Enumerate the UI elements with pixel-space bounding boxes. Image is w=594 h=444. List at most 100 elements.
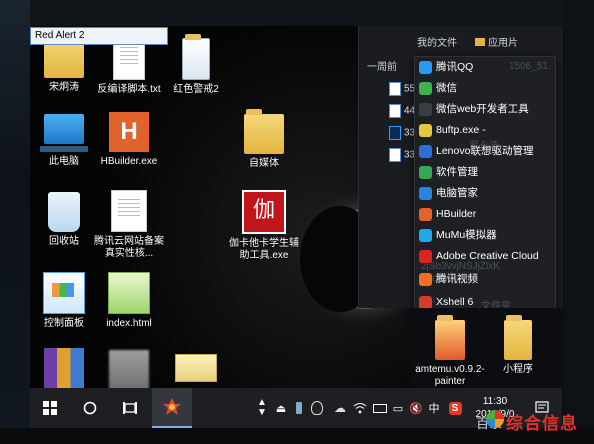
document-icon	[111, 190, 147, 232]
task-view-button[interactable]	[116, 388, 144, 428]
winrar-icon	[44, 348, 84, 388]
search-button[interactable]	[76, 388, 104, 428]
wechat-icon	[419, 81, 432, 95]
tray-qq[interactable]	[310, 388, 324, 428]
icon-label: 控制面板	[44, 318, 84, 329]
menu-item-hbuilder[interactable]: HBuilder	[419, 204, 476, 224]
video-icon	[419, 272, 432, 286]
menu-item-label: 微信web开发者工具	[436, 103, 529, 115]
desktop-icon-hbuilder[interactable]: H HBuilder.exe	[93, 112, 165, 168]
desktop-icon-amtemu[interactable]: amtemu.v0.9.2-painter	[414, 315, 486, 388]
menu-item-label: 腾讯视频	[436, 273, 478, 285]
bottom-strip	[0, 428, 594, 444]
right-frame	[564, 0, 594, 444]
menu-item-label: 软件管理	[436, 166, 478, 178]
icon-label: 红色警戒2	[173, 84, 219, 95]
menu-item-adobe-cc[interactable]: Adobe Creative Cloud	[419, 246, 539, 266]
menu-item-label: Lenovo联想驱动管理	[436, 145, 534, 157]
usb-icon: ⏏	[275, 402, 287, 415]
watermark-text: 综合信息	[506, 414, 578, 433]
desktop-icon-song-jiongtao[interactable]: 宋炯涛	[28, 33, 100, 94]
cortana-circle-icon	[83, 401, 97, 415]
top-frame	[0, 0, 594, 26]
window-title-tooltip: Red Alert 2	[30, 27, 168, 45]
taskbar-app-red-alert[interactable]	[152, 388, 192, 428]
desktop-icon-stamp[interactable]	[160, 354, 232, 386]
desktop-icon-this-pc[interactable]: 此电脑	[28, 114, 100, 168]
tray-device[interactable]	[292, 388, 306, 428]
hbuilder-icon: H	[109, 112, 149, 152]
menu-item-pc-manager[interactable]: 电脑管家	[419, 183, 478, 203]
icon-label: 反编译脚本.txt	[97, 84, 161, 95]
desktop-icon-winrar[interactable]	[28, 348, 100, 392]
screen: 宋炯涛 反编译脚本.txt 红色警戒2 此电脑 H HBuilder.exe 自…	[0, 0, 594, 444]
start-button[interactable]	[34, 388, 66, 428]
checkbox-icon	[419, 144, 432, 158]
menu-item-mumu[interactable]: MuMu模拟器	[419, 225, 497, 245]
adobe-icon	[419, 249, 432, 263]
desktop-icon-index-html[interactable]: index.html	[93, 272, 165, 330]
icon-label: index.html	[106, 318, 152, 329]
tray-chat[interactable]: ▭	[390, 388, 406, 428]
desktop-icon-script-file[interactable]: 反编译脚本.txt	[93, 38, 165, 96]
png-file-icon	[389, 148, 401, 162]
clock-time: 11:30	[482, 396, 508, 407]
red-alert-app-icon	[163, 398, 181, 415]
menu-item-wechat[interactable]: 微信	[419, 78, 457, 98]
desktop-icon-red-alert-2[interactable]: 红色警戒2	[160, 34, 232, 96]
ime-indicator[interactable]: 中	[426, 388, 442, 428]
message-icon: ▭	[392, 402, 404, 415]
icon-label: 回收站	[49, 236, 79, 247]
tray-cloud[interactable]: ☁	[332, 388, 348, 428]
psd-file-icon	[389, 126, 401, 140]
menu-item-label: 电脑管家	[436, 187, 478, 199]
desktop-icon-control-panel[interactable]: 控制面板	[28, 272, 100, 330]
tray-usb[interactable]: ⏏	[274, 388, 288, 428]
hbuilder-icon	[419, 207, 432, 221]
red-seal-icon: 伽	[242, 190, 286, 234]
menu-item-lenovo-driver[interactable]: Lenovo联想驱动管理	[419, 141, 533, 161]
desktop-icon-self-media[interactable]: 自媒体	[228, 109, 300, 170]
folder-icon	[504, 315, 532, 360]
document-folder-icon	[182, 34, 210, 80]
explorer-header-apps-label: 应用片	[488, 38, 518, 49]
tray-scroll-arrows[interactable]: ▲ ▼	[256, 388, 268, 428]
computer-icon	[40, 114, 88, 152]
blurred-image-icon	[109, 350, 149, 390]
html-file-icon	[108, 272, 150, 314]
icon-label: 自媒体	[249, 158, 279, 169]
explorer-header-apps[interactable]: 应用片	[475, 34, 518, 49]
task-view-icon	[123, 402, 137, 414]
explorer-day-label: 一周前	[367, 62, 397, 73]
tray-wifi[interactable]	[352, 388, 368, 428]
menu-item-8uftp[interactable]: 8uftp.exe -	[419, 120, 486, 140]
menu-item-tencent-video[interactable]: 腾讯视频	[419, 269, 478, 289]
png-file-icon	[389, 104, 401, 118]
icon-label: 小程序	[503, 364, 533, 375]
icon-label: HBuilder.exe	[100, 156, 158, 167]
sogou-icon: S	[448, 401, 462, 415]
control-panel-icon	[43, 272, 85, 314]
mumu-icon	[419, 228, 432, 242]
menu-item-label: Adobe Creative Cloud	[436, 250, 539, 262]
folder-icon	[244, 109, 284, 154]
tray-battery[interactable]	[372, 388, 388, 428]
menu-item-wechat-devtools[interactable]: 微信web开发者工具	[419, 99, 529, 119]
desktop-icon-recycle-bin[interactable]: 回收站	[28, 192, 100, 248]
folder-icon	[475, 38, 485, 46]
qq-penguin-icon	[311, 401, 323, 415]
ghost-text: 1506_51	[509, 61, 548, 72]
recycle-bin-icon	[48, 192, 80, 232]
explorer-header-my-files[interactable]: 我的文件	[417, 34, 457, 49]
menu-item-label: Xshell 6	[436, 296, 474, 308]
desktop-icon-tencent-cloud[interactable]: 腾讯云网站备案真实性核...	[93, 190, 165, 260]
devtools-icon	[419, 102, 432, 116]
watermark-logo-icon	[486, 410, 504, 428]
shield-icon	[419, 186, 432, 200]
desktop-icon-mini-program[interactable]: 小程序	[482, 315, 554, 376]
menu-item-software-manager[interactable]: 软件管理	[419, 162, 478, 182]
desktop-icon-plugin-tool[interactable]: 伽 伽卡他卡学生辅助工具.exe	[228, 190, 300, 262]
tray-sogou[interactable]: S	[446, 388, 464, 428]
menu-item-qq[interactable]: 腾讯QQ	[419, 57, 473, 77]
app-list-menu: 1506_51 罗永浩 2jSb3vvjNSJjZlxK 16cl.png 文件…	[414, 56, 556, 316]
